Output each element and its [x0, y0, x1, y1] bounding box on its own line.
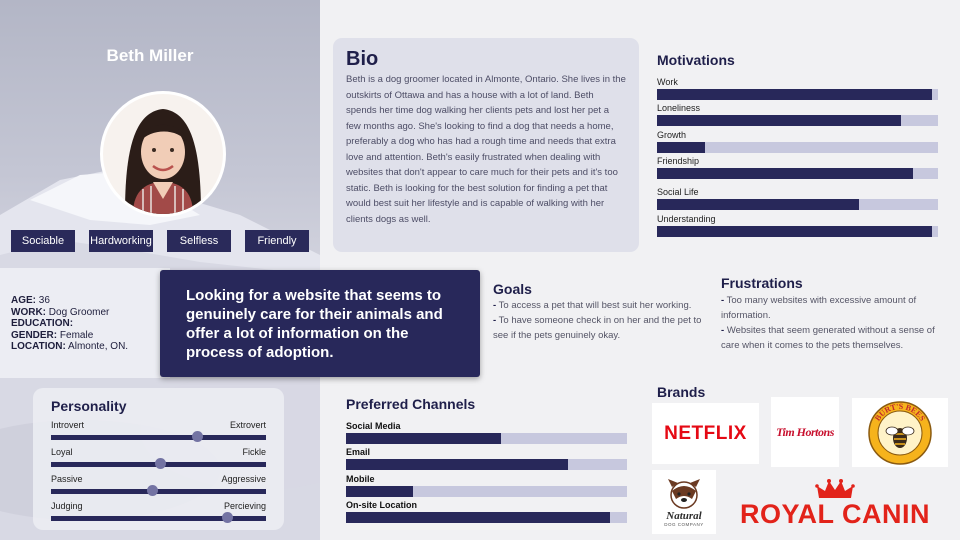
motivation-bar: [657, 89, 938, 100]
motivation-label: Understanding: [657, 214, 716, 224]
channel-row: On-site Location: [346, 500, 627, 523]
slider-knob: [221, 512, 233, 523]
slider-knob: [146, 485, 158, 496]
trait-badge: Selfless: [167, 230, 231, 252]
channel-label: On-site Location: [346, 500, 418, 510]
motivation-label: Work: [657, 77, 678, 87]
info-education: EDUCATION:: [11, 318, 74, 329]
slider-right-label: Fickle: [242, 447, 266, 457]
motivation-bar-fill: [657, 199, 860, 210]
slider-knob: [155, 458, 167, 469]
trait-badge: Sociable: [11, 230, 75, 252]
burts-bees-logo: BURT'S BEES: [852, 398, 948, 467]
frustration-item: - Too many websites with excessive amoun…: [721, 295, 917, 321]
goal-item: - To have someone check in on her and th…: [493, 315, 702, 341]
channel-label: Email: [346, 447, 371, 457]
channel-label: Mobile: [346, 474, 375, 484]
channel-row: Email: [346, 447, 627, 470]
motivation-bar: [657, 142, 938, 153]
goals-title: Goals: [493, 281, 532, 297]
slider-right-label: Aggressive: [221, 474, 266, 484]
channel-bar-fill: [346, 433, 501, 444]
motivation-row: Work: [657, 77, 938, 100]
trait-badge: Hardworking: [89, 230, 153, 252]
natural-dog-company-logo: Natural DOG COMPANY: [652, 470, 716, 534]
motivation-bar-fill: [657, 226, 933, 237]
motivation-label: Growth: [657, 130, 687, 140]
goal-item: - To access a pet that will best suit he…: [493, 300, 692, 311]
slider-right-label: Percieving: [223, 501, 266, 511]
slider-track: [51, 489, 266, 494]
goals-list: - To access a pet that will best suit he…: [493, 298, 713, 343]
info-location: LOCATION: Almonte, ON.: [11, 341, 129, 352]
personality-title: Personality: [51, 398, 127, 414]
motivation-label: Friendship: [657, 156, 700, 166]
bio-card: Bio Beth is a dog groomer located in Alm…: [333, 38, 639, 252]
slider-track: [51, 435, 266, 440]
slider-track: [51, 516, 266, 521]
info-age: AGE: 36: [11, 295, 50, 306]
channel-bar: [346, 512, 627, 523]
motivation-row: Growth: [657, 130, 938, 153]
motivation-bar: [657, 199, 938, 210]
slider-left-label: Judging: [51, 501, 83, 511]
slider-left-label: Introvert: [51, 420, 85, 430]
motivation-bar-fill: [657, 168, 913, 179]
brands-title: Brands: [657, 384, 706, 400]
motivation-row: Friendship: [657, 156, 938, 179]
info-work: WORK: Dog Groomer: [11, 306, 110, 318]
slider-left-label: Passive: [51, 474, 83, 484]
avatar: [100, 91, 226, 217]
channel-row: Mobile: [346, 474, 627, 497]
motivation-row: Social Life: [657, 187, 938, 210]
persona-name: Beth Miller: [106, 46, 194, 65]
motivation-label: Loneliness: [657, 103, 701, 113]
motivation-bar: [657, 226, 938, 237]
channel-bar-fill: [346, 486, 414, 497]
royal-canin-logo: ROYAL CANIN: [732, 472, 938, 534]
trait-badge: Friendly: [245, 230, 309, 252]
bio-text: Beth is a dog groomer located in Almonte…: [346, 74, 626, 225]
motivation-row: Understanding: [657, 214, 938, 237]
person-photo-icon: [103, 94, 223, 214]
channel-bar: [346, 486, 627, 497]
motivation-bar: [657, 168, 938, 179]
frustrations-title: Frustrations: [721, 275, 803, 291]
motivation-bar-fill: [657, 115, 902, 126]
channel-label: Social Media: [346, 421, 401, 431]
motivation-bar-fill: [657, 142, 705, 153]
persona-info: AGE: 36 WORK: Dog Groomer EDUCATION: GEN…: [0, 268, 170, 378]
channel-bar-fill: [346, 459, 568, 470]
motivation-bar: [657, 115, 938, 126]
motivation-label: Social Life: [657, 187, 699, 197]
bio-title: Bio: [346, 48, 379, 70]
channel-bar: [346, 433, 627, 444]
frustrations-list: - Too many websites with excessive amoun…: [721, 293, 941, 353]
slider-right-label: Extrovert: [229, 420, 266, 430]
motivation-row: Loneliness: [657, 103, 938, 126]
motivations-title: Motivations: [657, 52, 735, 68]
info-gender: GENDER: Female: [11, 329, 94, 341]
motivation-bar-fill: [657, 89, 933, 100]
netflix-logo: NETFLIX: [652, 403, 759, 464]
tim-hortons-logo: Tim Hortons: [771, 397, 839, 467]
personality-card: Personality Introvert Extrovert Loyal Fickl…: [33, 388, 284, 530]
slider-knob: [191, 431, 203, 442]
personality-slider: Loyal Fickle: [51, 447, 266, 474]
channels-title: Preferred Channels: [346, 396, 476, 412]
slider-left-label: Loyal: [51, 447, 73, 457]
channel-bar-fill: [346, 512, 611, 523]
personality-slider: Introvert Extrovert: [51, 420, 266, 447]
personality-slider: Judging Percieving: [51, 501, 266, 528]
channel-bar: [346, 459, 627, 470]
persona-quote: Looking for a website that seems to genu…: [160, 270, 480, 377]
channel-row: Social Media: [346, 421, 627, 444]
frustration-item: - Websites that seem generated without a…: [721, 325, 935, 351]
personality-slider: Passive Aggressive: [51, 474, 266, 501]
